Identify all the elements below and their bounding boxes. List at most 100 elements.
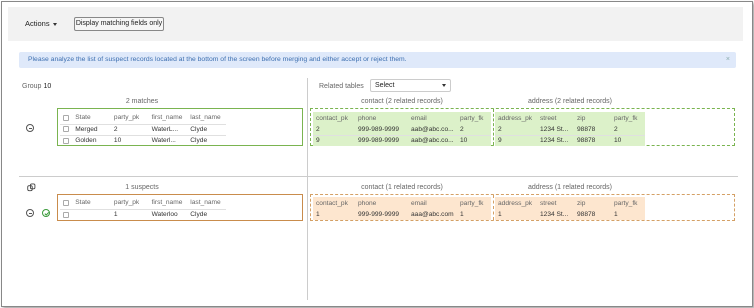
column-header: State [72,197,111,210]
info-message: Please analyze the list of suspect recor… [28,56,407,63]
cell: 10 [614,137,622,145]
column-header: email [411,199,427,207]
address-matches-title: address (2 related records) [527,98,613,105]
column-header: zip [577,114,586,122]
table-row: 9 1234 St... 98878 10 [495,135,645,146]
column-header: State [72,112,111,125]
cell: 1 [460,211,464,218]
column-header: street [540,114,557,122]
cell: 10 [460,137,468,145]
suspects-table: State party_pk first_name last_name 1 Wa… [60,197,226,220]
column-header: first_name [148,197,188,210]
contact-matches-title: contact (2 related records) [361,98,443,105]
cell: 9 [316,137,320,145]
cell: aab@abc.co... [411,137,454,145]
cell-last-name: Clyde [190,137,208,145]
related-matches-box: contact_pk phone email party_fk 2 999-98… [310,108,735,146]
column-header: email [411,114,427,122]
group-value: 10 [43,83,52,90]
column-header: party_fk [460,114,484,122]
cell-last-name: Clyde [190,211,208,219]
cell: aaa@abc.com [411,211,454,218]
cell: aab@abc.co... [408,124,457,136]
table-row[interactable]: Golden 10 Waterl... Clyde [60,135,226,146]
link-icon[interactable] [27,183,36,192]
table-header-row: contact_pk phone email party_fk [313,112,491,124]
table-header-row: State party_pk first_name last_name [60,197,226,210]
cell: 98878 [574,124,611,136]
cell: 1234 St... [540,211,569,218]
close-icon[interactable]: × [726,52,730,68]
column-header: contact_pk [316,199,348,207]
row-checkbox[interactable] [63,211,69,218]
actions-menu-button[interactable]: Actions [25,19,57,28]
contact-suspects-table: contact_pk phone email party_fk 1 999-99… [313,197,491,220]
column-header: address_pk [498,199,533,207]
table-header-row: State party_pk first_name last_name [60,112,226,125]
cell-first-name: Waterl... [151,137,176,145]
select-all-checkbox[interactable] [63,114,69,121]
cell: 1 [614,211,618,218]
contact-suspects-title: contact (1 related records) [361,184,443,191]
cell-party-pk: 10 [113,137,122,145]
table-row: 2 1234 St... 98878 2 [495,124,645,136]
column-header: phone [358,114,377,122]
cell: 1 [498,211,502,218]
column-header: contact_pk [316,114,348,122]
table-header-row: address_pk street zip party_fk [495,197,645,209]
display-matching-fields-button[interactable]: Display matching fields only [74,17,164,31]
row-checkbox[interactable] [63,126,69,133]
cell: 1234 St... [537,124,574,136]
column-header: address_pk [498,114,533,122]
select-value: Select [375,82,395,89]
related-tables-label: Related tables [319,83,364,90]
column-header: party_fk [460,199,484,207]
cell-state [72,209,111,220]
address-suspects-table: address_pk street zip party_fk 1 1234 St… [495,197,645,220]
cell: 999-999-9999 [358,211,400,218]
matches-table-box: State party_pk first_name last_name Merg… [57,108,303,146]
table-divider [493,195,494,220]
collapse-suspects-icon[interactable] [26,209,34,217]
suspects-table-box: State party_pk first_name last_name 1 Wa… [57,194,303,221]
check-circle-icon[interactable] [42,209,50,217]
column-header: last_name [187,112,226,125]
column-header: party_fk [614,199,638,207]
row-checkbox[interactable] [63,137,69,144]
select-all-checkbox[interactable] [63,199,69,206]
cell: 2 [457,124,491,136]
related-tables-select[interactable]: Select [370,79,451,92]
cell: 2 [313,124,355,136]
matches-title: 2 matches [125,98,159,105]
related-suspects-box: contact_pk phone email party_fk 1 999-99… [310,194,735,221]
table-row: 1 999-999-9999 aaa@abc.com 1 [313,209,491,220]
cell: 9 [498,137,502,145]
column-header: party_pk [110,197,149,210]
section-separator[interactable] [19,176,738,177]
cell-first-name: WaterL... [148,124,188,136]
cell: 98878 [577,137,596,145]
cell-party-pk: 1 [113,211,118,219]
vertical-divider[interactable] [307,78,308,300]
column-header: phone [358,199,377,207]
cell: 1234 St... [540,137,569,145]
column-header: first_name [148,112,188,125]
table-row[interactable]: Merged 2 WaterL... Clyde [60,124,226,136]
column-header: last_name [187,197,226,210]
group-label: Group 10 [22,83,51,90]
cell: 999-989-9999 [358,137,400,145]
contact-matches-table: contact_pk phone email party_fk 2 999-98… [313,112,491,146]
collapse-matches-icon[interactable] [26,124,34,132]
column-header: street [540,199,557,207]
table-row[interactable]: 1 Waterloo Clyde [60,209,226,220]
cell-party-pk: 2 [110,124,149,136]
table-row: 1 1234 St... 98878 1 [495,209,645,220]
cell: 2 [495,124,537,136]
group-label-text: Group [22,83,42,90]
cell: 999-989-9999 [355,124,408,136]
actions-label: Actions [25,19,50,28]
cell: 2 [611,124,645,136]
toolbar: Actions Display matching fields only [8,7,743,41]
cell: 1 [316,211,320,218]
app-window: Actions Display matching fields only Ple… [1,1,753,307]
